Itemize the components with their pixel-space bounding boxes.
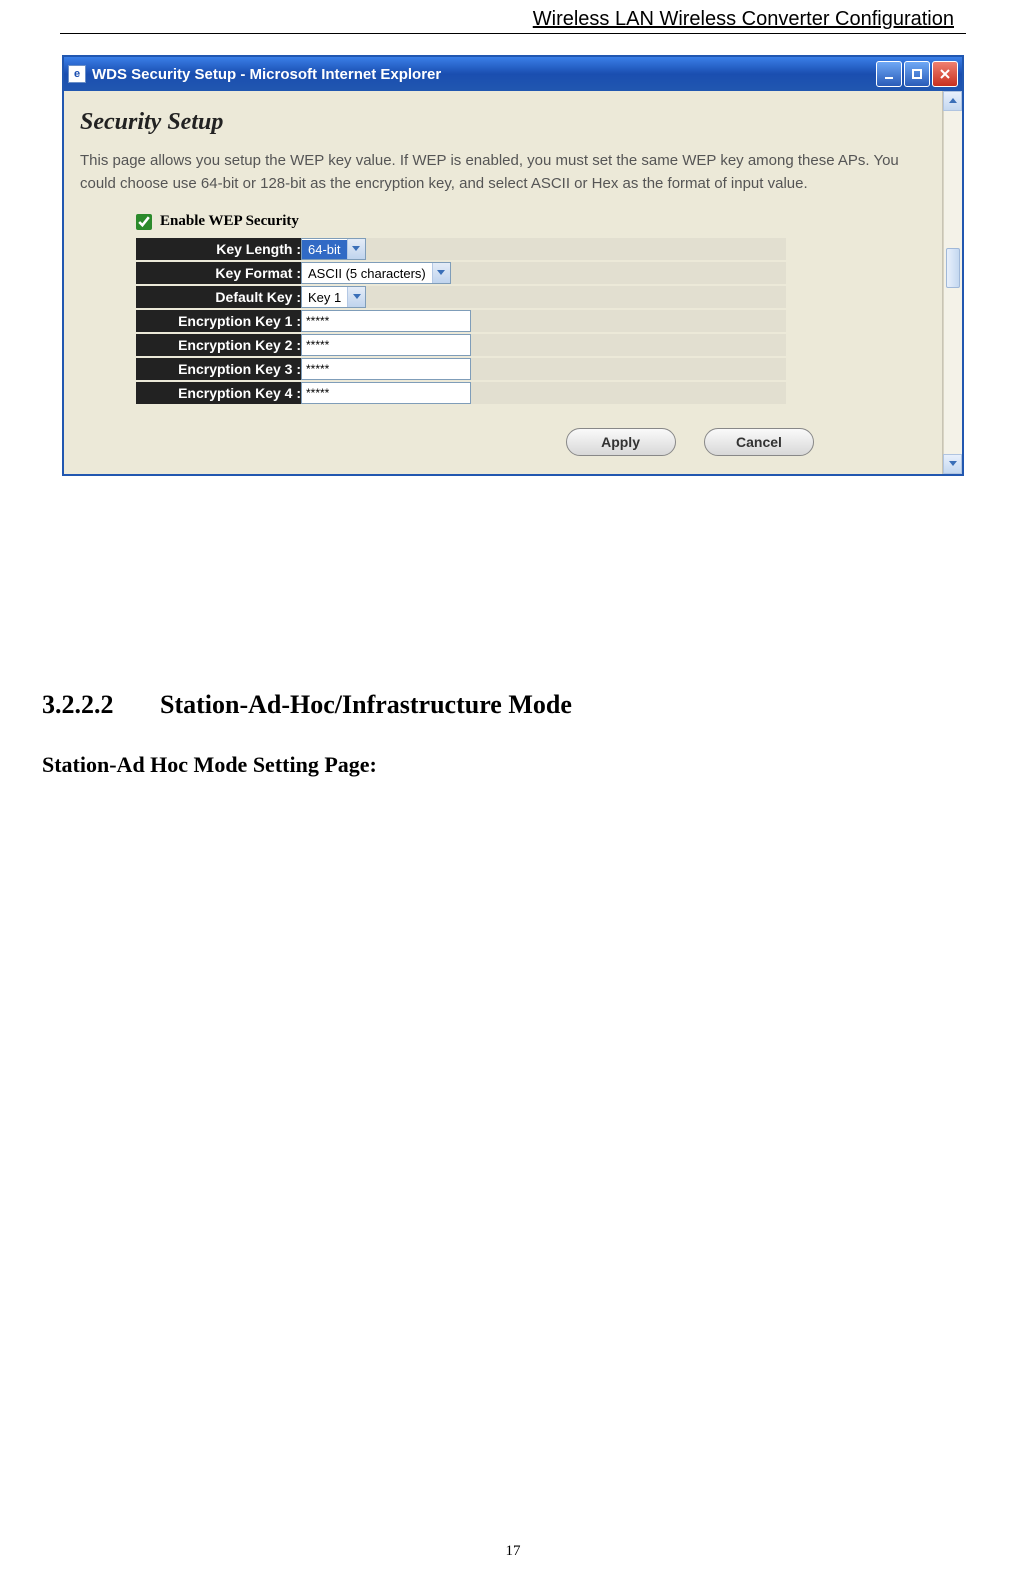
scroll-up-button[interactable] (943, 91, 962, 111)
minimize-button[interactable] (876, 61, 902, 87)
apply-button[interactable]: Apply (566, 428, 676, 456)
row-key-length: Key Length : 64-bit (136, 238, 786, 260)
titlebar: e WDS Security Setup - Microsoft Interne… (64, 57, 962, 91)
button-row: Apply Cancel (76, 428, 924, 456)
enable-row: Enable WEP Security (136, 213, 924, 230)
close-button[interactable] (932, 61, 958, 87)
select-default-key-text: Key 1 (302, 288, 347, 307)
chevron-down-icon (347, 239, 365, 259)
enable-wep-label: Enable WEP Security (160, 213, 299, 230)
input-enc-key-4[interactable] (301, 382, 471, 404)
label-key-format: Key Format : (136, 262, 301, 284)
chevron-down-icon (432, 263, 450, 283)
row-enc-key-2: Encryption Key 2 : (136, 334, 786, 356)
content-body: Security Setup This page allows you setu… (64, 91, 942, 474)
row-default-key: Default Key : Key 1 (136, 286, 786, 308)
chevron-down-icon (347, 287, 365, 307)
input-enc-key-2[interactable] (301, 334, 471, 356)
sub-heading: Station-Ad Hoc Mode Setting Page: (42, 752, 377, 778)
label-enc-key-1: Encryption Key 1 : (136, 310, 301, 332)
select-key-length-text: 64-bit (302, 240, 347, 259)
label-enc-key-2: Encryption Key 2 : (136, 334, 301, 356)
select-key-length[interactable]: 64-bit (301, 238, 366, 260)
vertical-scrollbar[interactable] (942, 91, 962, 474)
row-key-format: Key Format : ASCII (5 characters) (136, 262, 786, 284)
cancel-button[interactable]: Cancel (704, 428, 814, 456)
label-enc-key-4: Encryption Key 4 : (136, 382, 301, 404)
section-number: 3.2.2.2 (42, 690, 114, 720)
header-rule (60, 33, 966, 34)
browser-window: e WDS Security Setup - Microsoft Interne… (62, 55, 964, 476)
page-number: 17 (0, 1543, 1026, 1560)
section-heading: 3.2.2.2 Station-Ad-Hoc/Infrastructure Mo… (42, 690, 572, 720)
select-key-format[interactable]: ASCII (5 characters) (301, 262, 451, 284)
page-title: Security Setup (80, 109, 924, 136)
select-default-key[interactable]: Key 1 (301, 286, 366, 308)
row-enc-key-1: Encryption Key 1 : (136, 310, 786, 332)
maximize-button[interactable] (904, 61, 930, 87)
label-key-length: Key Length : (136, 238, 301, 260)
label-enc-key-3: Encryption Key 3 : (136, 358, 301, 380)
select-key-format-text: ASCII (5 characters) (302, 264, 432, 283)
scroll-down-button[interactable] (943, 454, 962, 474)
window-title: WDS Security Setup - Microsoft Internet … (92, 66, 874, 83)
form-table: Key Length : 64-bit Key Format : ASCII (… (136, 236, 786, 406)
section-title: Station-Ad-Hoc/Infrastructure Mode (160, 690, 572, 719)
page-description: This page allows you setup the WEP key v… (76, 150, 924, 195)
enable-wep-checkbox[interactable] (136, 214, 152, 230)
doc-header: Wireless LAN Wireless Converter Configur… (533, 8, 954, 31)
row-enc-key-4: Encryption Key 4 : (136, 382, 786, 404)
content-area: Security Setup This page allows you setu… (64, 91, 962, 474)
input-enc-key-1[interactable] (301, 310, 471, 332)
row-enc-key-3: Encryption Key 3 : (136, 358, 786, 380)
input-enc-key-3[interactable] (301, 358, 471, 380)
scroll-track[interactable] (943, 111, 962, 454)
label-default-key: Default Key : (136, 286, 301, 308)
scroll-thumb[interactable] (946, 248, 960, 288)
ie-icon: e (68, 65, 86, 83)
